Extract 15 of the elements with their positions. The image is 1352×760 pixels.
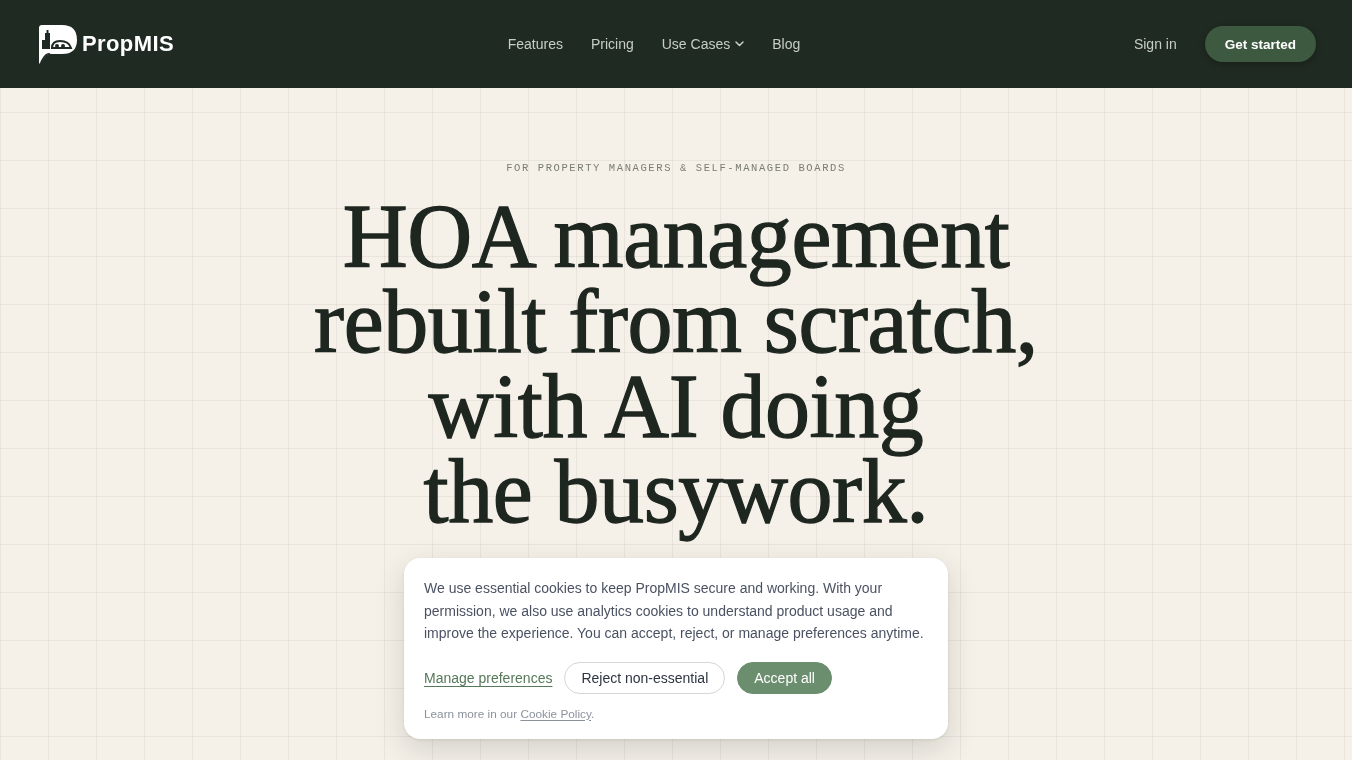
brand-name[interactable]: PropMIS [82, 31, 175, 57]
logo-icon [36, 24, 78, 64]
get-started-button[interactable]: Get started [1204, 26, 1316, 62]
accept-button[interactable]: Accept all [737, 661, 832, 694]
nav-link[interactable]: Features [507, 36, 563, 52]
nav-link[interactable]: Pricing [590, 36, 634, 52]
sign-in-link[interactable]: Sign in [1133, 36, 1177, 52]
eyebrow-text: FOR PROPERTY MANAGERS & SELF-MANAGED BOARDS [506, 162, 846, 174]
hero-headline: HOA management rebuilt from scratch, with AI doing the busywork. [314, 186, 1038, 543]
nav-link[interactable]: Blog [772, 36, 801, 52]
manage-preferences-link[interactable]: Manage preferences [424, 669, 553, 686]
cookie-message: We use essential cookies to keep PropMIS secure and working. With your permission, we also use analytics cookies to understand product usage and improve the experience. You can accept, reject, or manage preferences anytime. [424, 579, 925, 643]
nav-link[interactable]: Use Cases [661, 36, 745, 52]
reject-button[interactable]: Reject non-essential [564, 661, 726, 694]
cookie-footnote: Learn more in our Cookie Policy. [424, 706, 596, 721]
